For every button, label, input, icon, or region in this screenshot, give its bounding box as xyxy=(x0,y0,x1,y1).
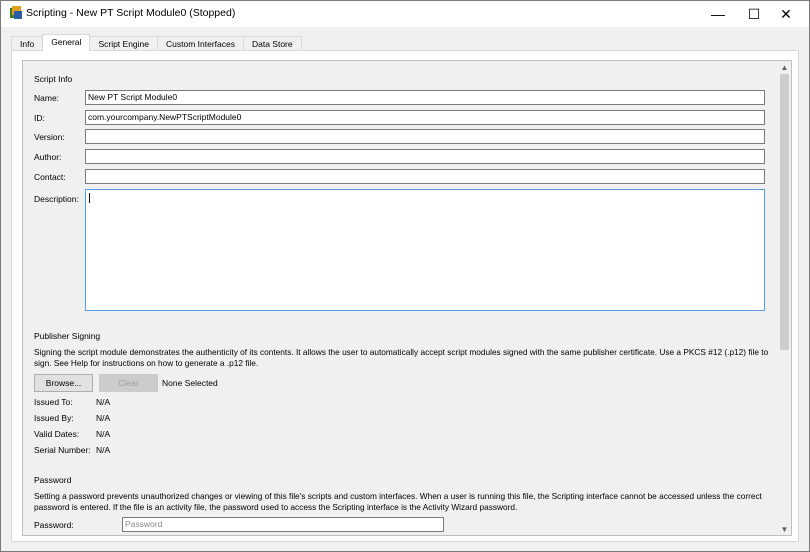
clear-button[interactable]: Clear xyxy=(99,374,158,392)
version-label: Version: xyxy=(34,132,65,142)
tab-general[interactable]: General xyxy=(42,34,91,51)
tab-bar: Info General Script Engine Custom Interf… xyxy=(11,34,302,51)
id-label: ID: xyxy=(34,113,45,123)
password-label: Password: xyxy=(34,520,74,530)
password-heading: Password xyxy=(34,475,72,485)
issued-to-label: Issued To: xyxy=(34,397,73,407)
serial-number-value: N/A xyxy=(96,445,111,455)
script-info-heading: Script Info xyxy=(34,74,73,84)
name-field[interactable]: New PT Script Module0 xyxy=(85,90,765,105)
browse-button[interactable]: Browse... xyxy=(34,374,93,392)
description-textarea[interactable] xyxy=(85,189,765,311)
general-tab-panel: Script Info Name: New PT Script Module0 … xyxy=(11,50,799,542)
text-caret xyxy=(89,193,90,203)
issued-by-value: N/A xyxy=(96,413,111,423)
password-description: Setting a password prevents unauthorized… xyxy=(34,491,762,512)
packet-tracer-icon xyxy=(9,6,23,20)
id-field[interactable]: com.yourcompany.NewPTScriptModule0 xyxy=(85,110,765,125)
certificate-selection-status: None Selected xyxy=(162,378,218,388)
tab-info[interactable]: Info xyxy=(11,36,44,51)
window-title: Scripting - New PT Script Module0 (Stopp… xyxy=(26,7,236,19)
version-field[interactable] xyxy=(85,129,765,144)
contact-field[interactable] xyxy=(85,169,765,184)
tab-data-store[interactable]: Data Store xyxy=(242,36,302,51)
scrollbar-thumb[interactable] xyxy=(780,74,789,350)
scripting-window: Scripting - New PT Script Module0 (Stopp… xyxy=(0,0,810,552)
publisher-signing-heading: Publisher Signing xyxy=(34,331,101,341)
description-label: Description: xyxy=(34,194,79,204)
issued-to-value: N/A xyxy=(96,397,111,407)
valid-dates-label: Valid Dates: xyxy=(34,429,80,439)
contact-label: Contact: xyxy=(34,172,66,182)
name-label: Name: xyxy=(34,93,60,103)
close-button[interactable]: ✕ xyxy=(763,1,809,27)
general-scroll-area[interactable]: Script Info Name: New PT Script Module0 … xyxy=(22,60,779,536)
password-field[interactable]: Password xyxy=(122,517,444,532)
serial-number-label: Serial Number: xyxy=(34,445,91,455)
author-field[interactable] xyxy=(85,149,765,164)
publisher-signing-description: Signing the script module demonstrates t… xyxy=(34,347,769,368)
author-label: Author: xyxy=(34,152,62,162)
scroll-up-arrow-icon[interactable]: ▲ xyxy=(778,61,791,73)
tab-custom-interfaces[interactable]: Custom Interfaces xyxy=(157,36,244,51)
tab-script-engine[interactable]: Script Engine xyxy=(89,36,158,51)
vertical-scrollbar[interactable]: ▲ ▼ xyxy=(778,60,792,536)
title-bar[interactable]: Scripting - New PT Script Module0 (Stopp… xyxy=(1,1,809,27)
valid-dates-value: N/A xyxy=(96,429,111,439)
password-placeholder: Password xyxy=(125,519,163,529)
scroll-down-arrow-icon[interactable]: ▼ xyxy=(778,523,791,535)
issued-by-label: Issued By: xyxy=(34,413,74,423)
